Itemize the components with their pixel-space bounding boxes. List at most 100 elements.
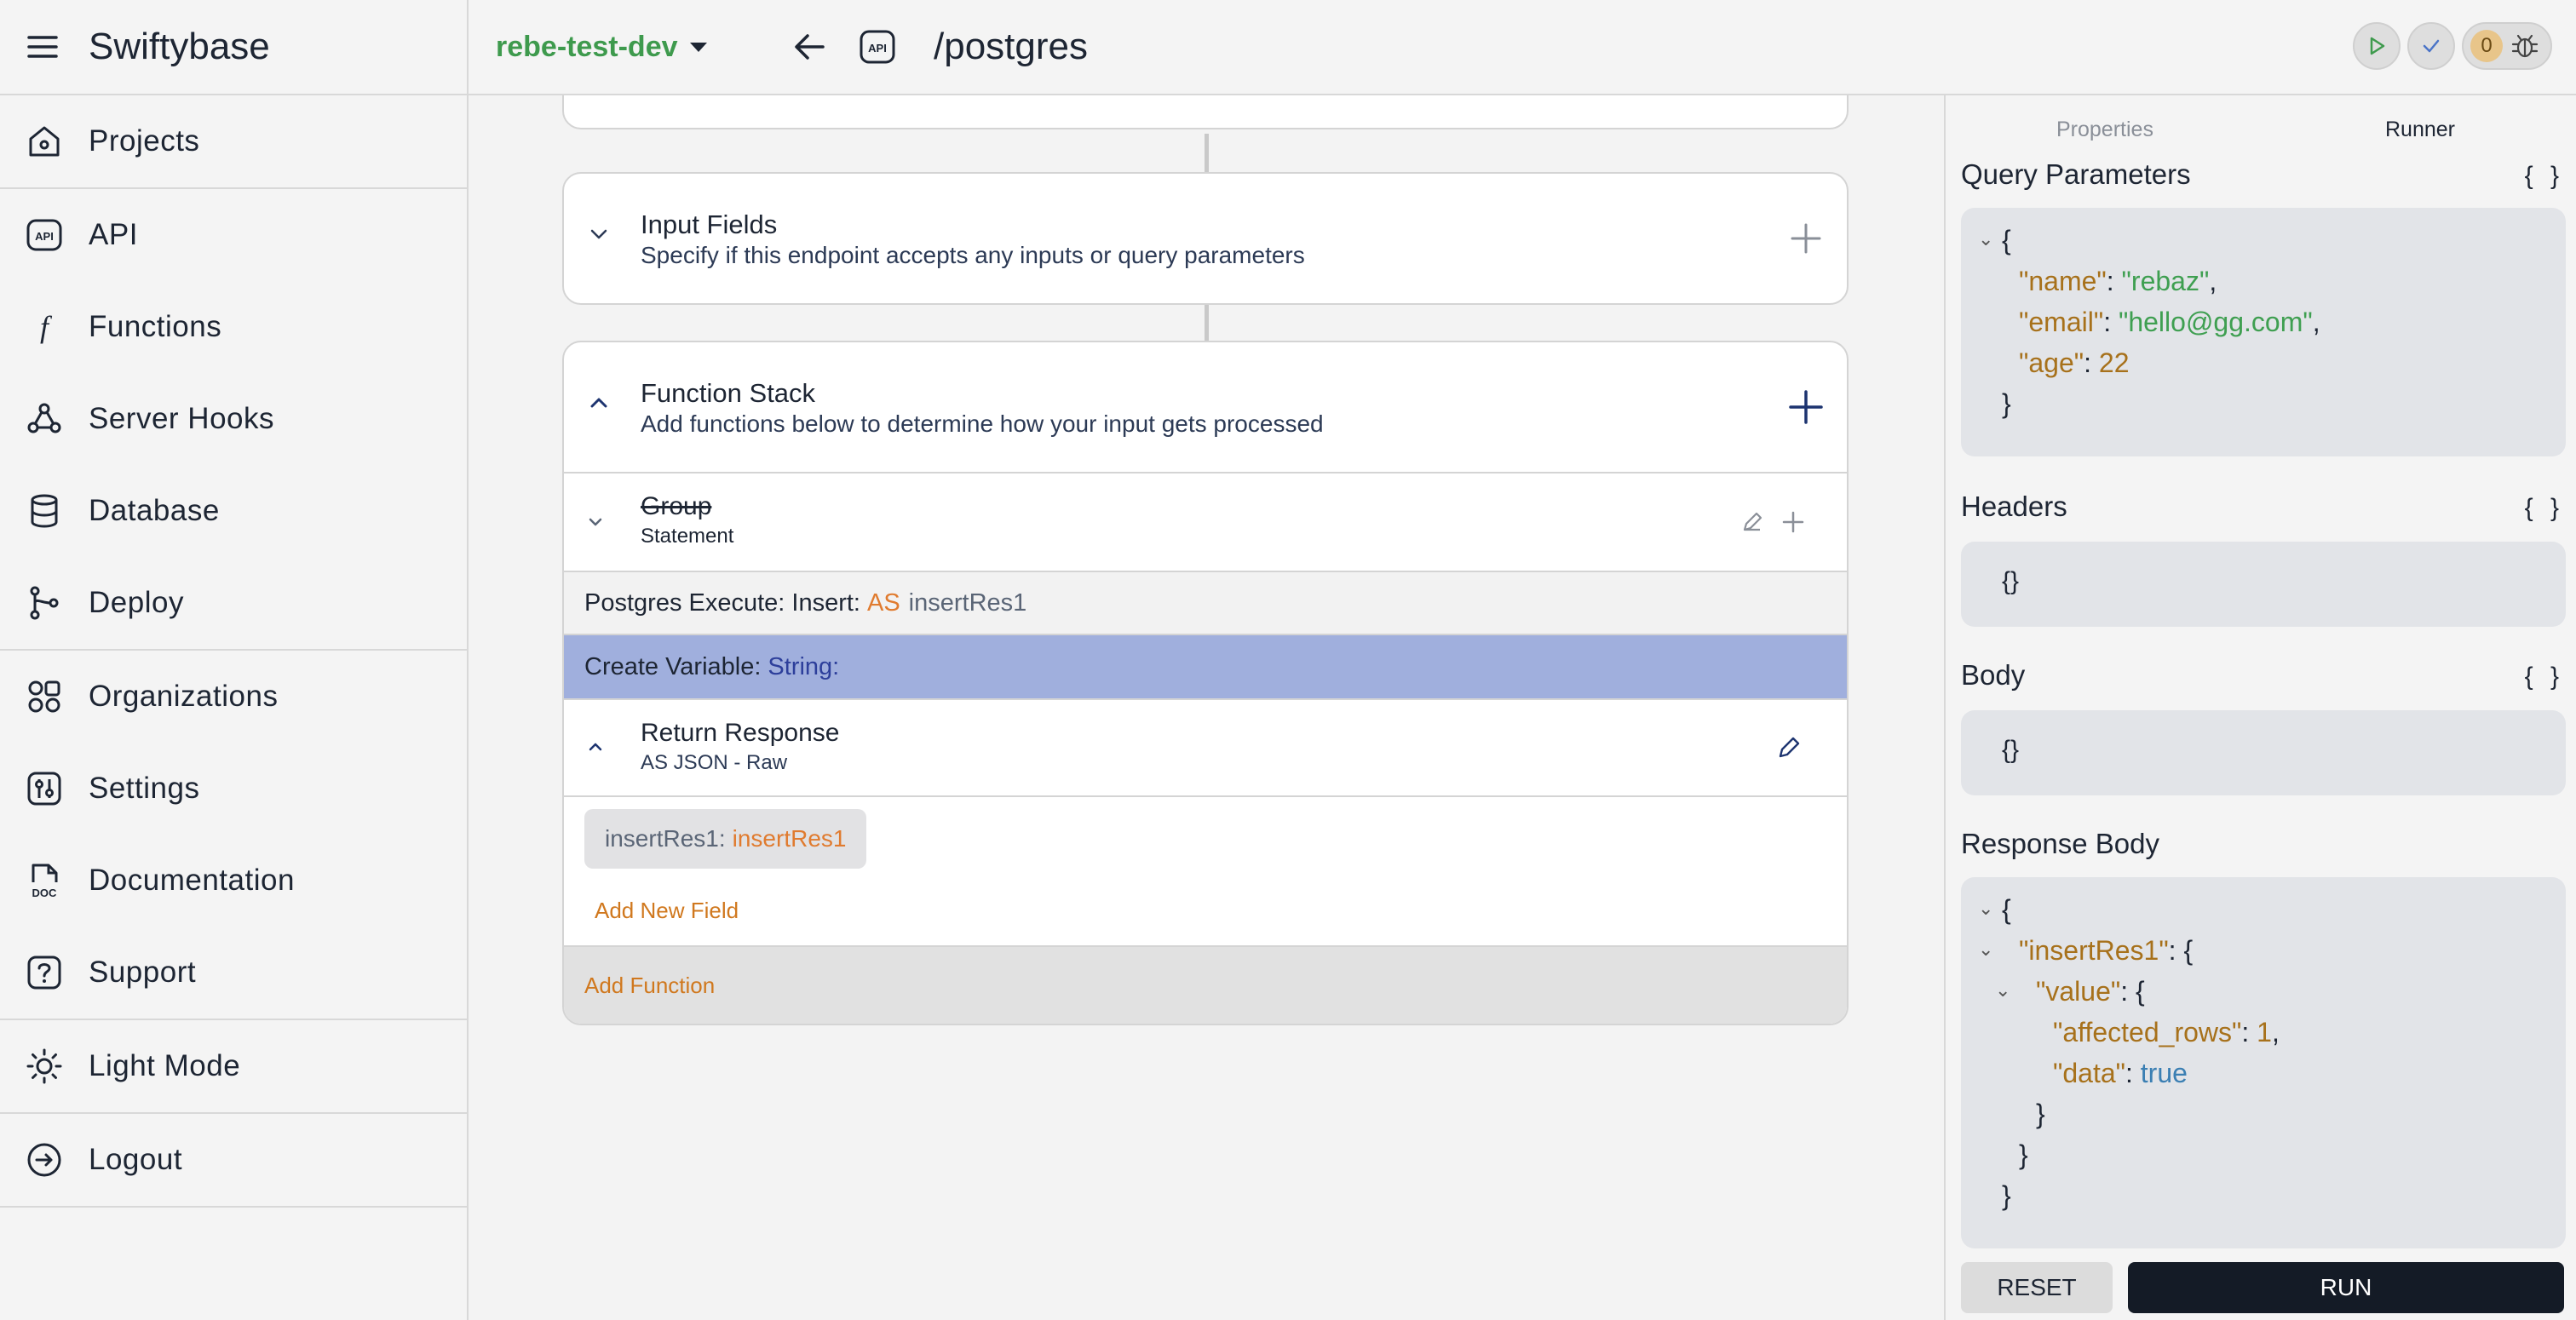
sidebar-item-functions[interactable]: f Functions (0, 281, 467, 373)
body-braces-button[interactable]: { } (2525, 663, 2564, 692)
help-icon (26, 954, 63, 991)
sidebar-item-label: Projects (89, 124, 200, 158)
create-variable-row[interactable]: Create Variable: String: (564, 634, 1847, 698)
chevron-down-icon[interactable] (586, 221, 612, 247)
connector-line (1205, 305, 1209, 342)
headers-editor[interactable]: {} (1961, 542, 2566, 627)
sidebar-item-server-hooks[interactable]: Server Hooks (0, 373, 467, 465)
api-icon: API (860, 30, 895, 64)
sidebar-item-support[interactable]: Support (0, 927, 467, 1019)
group-subtitle: Statement (641, 525, 734, 548)
chevron-down-icon[interactable] (584, 511, 607, 533)
code-close-brace: } (2002, 388, 2011, 419)
edit-pencil-icon[interactable] (1775, 734, 1803, 761)
code-line-insertres: "insertRes1": { (2019, 935, 2194, 966)
sidebar-item-projects[interactable]: Projects (0, 95, 467, 187)
sidebar-item-documentation[interactable]: DOC Documentation (0, 835, 467, 927)
add-icon[interactable] (1780, 509, 1806, 535)
headers-braces-button[interactable]: { } (2525, 494, 2564, 523)
response-body-viewer: ⌄ { ⌄ "insertRes1": { ⌄ "value": { "affe… (1961, 877, 2566, 1248)
sidebar-item-organizations[interactable]: Organizations (0, 651, 467, 743)
code-line-value: "value": { (2036, 976, 2145, 1007)
validate-button[interactable] (2407, 22, 2455, 70)
caret-down-icon (689, 42, 707, 52)
chevron-up-icon[interactable] (584, 736, 607, 758)
sidebar-item-light-mode[interactable]: Light Mode (0, 1020, 467, 1112)
nav-group-account: Organizations Settings DOC Documentation… (0, 651, 467, 1020)
reset-button[interactable]: RESET (1961, 1262, 2113, 1313)
input-fields-card: Input Fields Specify if this endpoint ac… (562, 172, 1849, 305)
menu-icon[interactable] (26, 30, 60, 64)
code-boolean: true (2140, 1058, 2188, 1088)
postgres-execute-row[interactable]: Postgres Execute: Insert: AS insertRes1 (564, 571, 1847, 634)
back-arrow-icon[interactable] (791, 28, 828, 66)
sidebar: Swiftybase Projects API API f Functions … (0, 0, 469, 1320)
postgres-row-prefix: Postgres Execute: Insert: (584, 588, 860, 617)
group-statement-row[interactable]: Group Statement (564, 472, 1847, 571)
brand-header: Swiftybase (0, 0, 467, 95)
add-function-icon[interactable] (1787, 388, 1825, 426)
run-button[interactable]: RUN (2128, 1262, 2564, 1313)
svg-text:f: f (40, 310, 53, 344)
create-variable-prefix: Create Variable: (584, 652, 762, 680)
input-fields-subtitle: Specify if this endpoint accepts any inp… (641, 242, 1305, 268)
previous-card (562, 95, 1849, 129)
code-close-brace: } (2002, 1180, 2011, 1211)
svg-text:API: API (35, 230, 54, 243)
app-title: Swiftybase (89, 26, 270, 67)
check-icon (2423, 39, 2440, 53)
bug-icon (2511, 34, 2539, 58)
api-icon: API (26, 216, 63, 254)
fold-chevron-icon[interactable]: ⌄ (1978, 898, 1993, 920)
input-fields-header[interactable]: Input Fields Specify if this endpoint ac… (564, 174, 1847, 303)
sidebar-item-logout[interactable]: Logout (0, 1114, 467, 1206)
sidebar-item-label: Settings (89, 772, 200, 805)
fold-chevron-icon[interactable]: ⌄ (1978, 228, 1993, 250)
response-body-title: Response Body (1961, 828, 2159, 859)
code-string: "hello@gg.com" (2118, 307, 2313, 337)
sidebar-item-label: Functions (89, 310, 222, 343)
query-params-braces-button[interactable]: { } (2525, 162, 2564, 191)
return-response-row[interactable]: Return Response AS JSON - Raw (564, 698, 1847, 795)
code-key: "data" (2053, 1058, 2125, 1088)
fold-chevron-icon[interactable]: ⌄ (1978, 938, 1993, 961)
return-response-title: Return Response (641, 719, 840, 747)
sidebar-item-api[interactable]: API API (0, 189, 467, 281)
code-key: "affected_rows" (2053, 1017, 2242, 1047)
create-variable-type: String: (768, 652, 840, 680)
code-key: "age" (2019, 347, 2084, 378)
fold-chevron-icon[interactable]: ⌄ (1995, 979, 2010, 1001)
add-function-button[interactable]: Add Function (564, 945, 1847, 1024)
play-icon (2370, 37, 2385, 55)
add-new-field-link[interactable]: Add New Field (595, 898, 739, 924)
response-field-chip[interactable]: insertRes1: insertRes1 (584, 809, 867, 869)
sidebar-item-deploy[interactable]: Deploy (0, 557, 467, 649)
headers-title: Headers (1961, 491, 2067, 522)
body-editor[interactable]: {} (1961, 710, 2566, 795)
code-string: "rebaz" (2121, 266, 2210, 296)
add-input-icon[interactable] (1787, 220, 1825, 257)
query-params-editor[interactable]: ⌄ { "name": "rebaz", "email": "hello@gg.… (1961, 208, 2566, 456)
debug-button[interactable]: 0 (2462, 22, 2552, 70)
tab-runner[interactable]: Runner (2385, 118, 2455, 142)
code-key: "value" (2036, 976, 2121, 1007)
home-icon (26, 123, 63, 160)
tab-properties[interactable]: Properties (2056, 118, 2153, 142)
chevron-up-icon[interactable] (586, 390, 612, 416)
field-value: insertRes1 (732, 825, 847, 852)
branch-selector[interactable]: rebe-test-dev (496, 0, 707, 94)
code-key: "insertRes1" (2019, 935, 2169, 966)
body-value: {} (2002, 736, 2020, 764)
sidebar-item-settings[interactable]: Settings (0, 743, 467, 835)
sidebar-item-label: Database (89, 494, 220, 527)
settings-icon (26, 770, 63, 807)
sidebar-item-label: Deploy (89, 586, 184, 619)
function-icon: f (26, 308, 63, 346)
run-button[interactable] (2353, 22, 2401, 70)
sidebar-item-label: Support (89, 956, 197, 989)
edit-pencil-icon[interactable] (1739, 509, 1765, 535)
add-function-label: Add Function (584, 972, 716, 998)
response-fields: insertRes1: insertRes1 Add New Field (564, 795, 1847, 945)
function-stack-header[interactable]: Function Stack Add functions below to de… (564, 342, 1847, 472)
sidebar-item-database[interactable]: Database (0, 465, 467, 557)
